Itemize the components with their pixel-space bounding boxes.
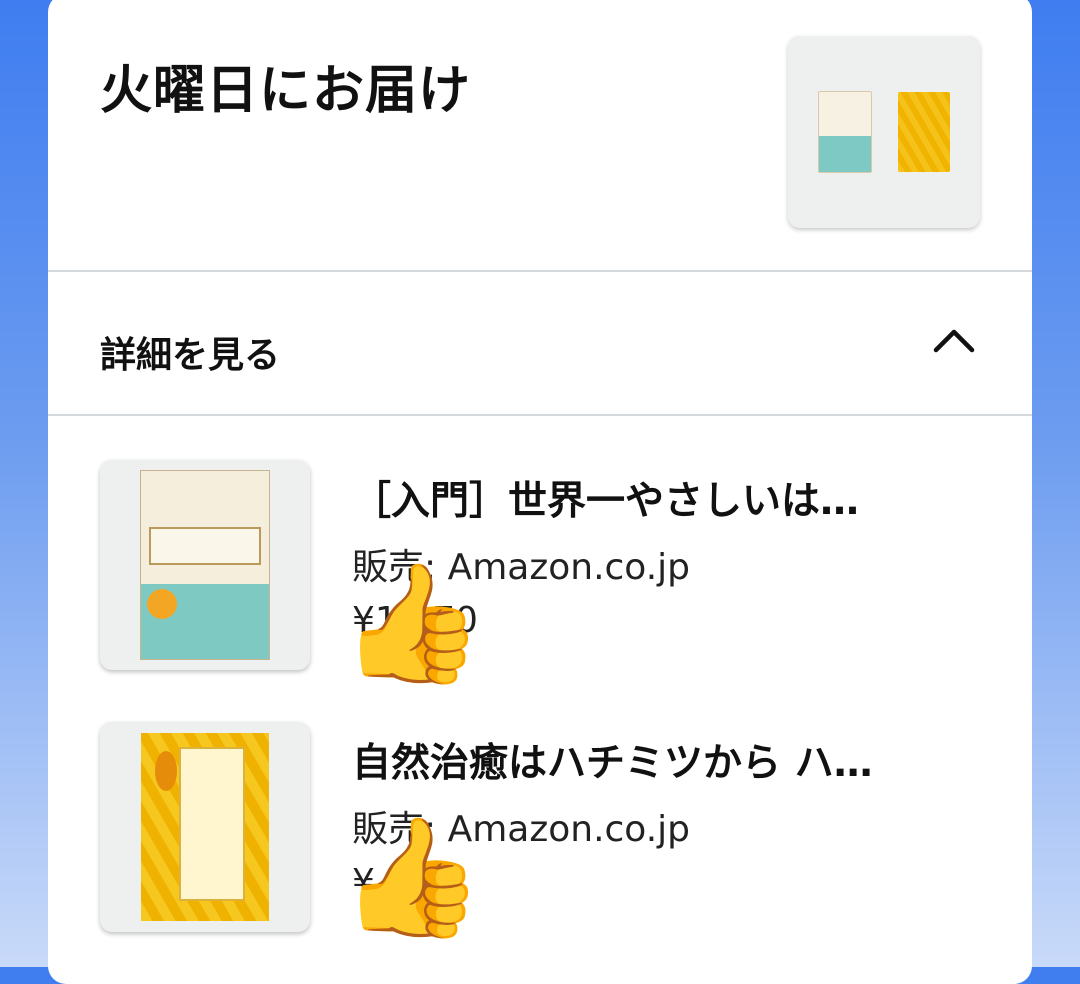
thumbs-up-icon: 👍 [340, 810, 485, 945]
book-cover-image [140, 470, 270, 660]
book-cover-thumbnail [818, 91, 872, 173]
details-label: 詳細を見る [100, 335, 281, 376]
details-toggle[interactable]: 詳細を見る [48, 272, 1032, 416]
order-item[interactable]: ［入門］世界一やさしいは… 販売: Amazon.co.jp ¥1,870 [100, 460, 980, 680]
chevron-up-icon [933, 329, 975, 353]
item-thumbnail[interactable] [100, 460, 310, 670]
order-thumbnails[interactable] [788, 36, 980, 228]
book-cover-thumbnail [898, 92, 950, 172]
item-title[interactable]: 自然治癒はハチミツから ハ… [352, 732, 972, 788]
order-item[interactable]: 自然治癒はハチミツから ハ… 販売: Amazon.co.jp ¥ [100, 722, 980, 942]
thumbs-up-icon: 👍 [340, 556, 485, 691]
book-cover-image [141, 733, 269, 921]
item-thumbnail[interactable] [100, 722, 310, 932]
delivery-title: 火曜日にお届け [100, 61, 472, 121]
delivery-card: 火曜日にお届け 詳細を見る ［入門］世界一やさしいは… 販売: Amazon.c… [48, 0, 1032, 984]
item-title[interactable]: ［入門］世界一やさしいは… [352, 470, 972, 526]
delivery-header: 火曜日にお届け [48, 0, 1032, 272]
